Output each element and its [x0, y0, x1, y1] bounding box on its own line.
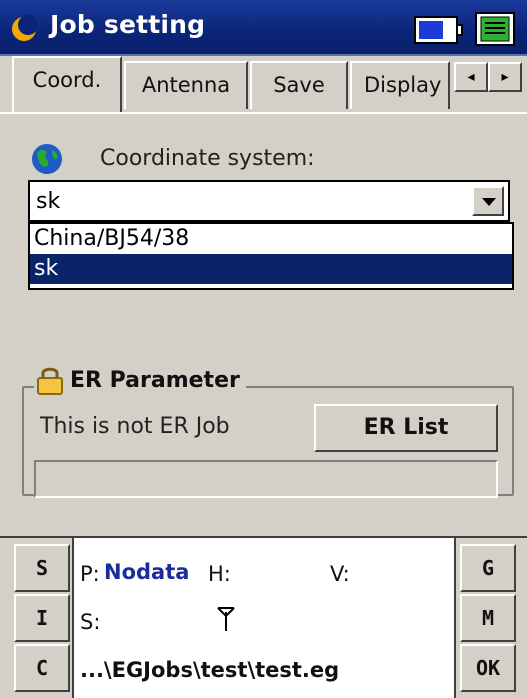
g-button[interactable]: G	[460, 544, 516, 592]
battery-icon[interactable]	[414, 16, 464, 44]
tab-bar: Coord. Antenna Save Display ◂ ▸	[0, 56, 527, 114]
notes-icon[interactable]	[475, 12, 515, 46]
tab-antenna[interactable]: Antenna	[124, 61, 248, 109]
status-panel: S I C P: Nodata H: V: S: ...\EGJobs\test…	[0, 536, 527, 698]
globe-icon	[32, 144, 62, 174]
tab-scroll-left-icon[interactable]: ◂	[454, 62, 488, 92]
ok-button[interactable]: OK	[460, 644, 516, 692]
m-button[interactable]: M	[460, 594, 516, 642]
v-label: V:	[330, 562, 350, 586]
er-list-button[interactable]: ER List	[314, 404, 498, 452]
coord-panel: Coordinate system: sk China/BJ54/38 sk E…	[0, 112, 527, 536]
er-parameter-field[interactable]	[34, 460, 498, 498]
c-button[interactable]: C	[14, 644, 70, 692]
tab-save[interactable]: Save	[250, 61, 348, 109]
job-path: ...\EGJobs\test\test.eg	[80, 658, 340, 682]
coordinate-system-value: sk	[36, 189, 61, 214]
status-area: P: Nodata H: V: S: ...\EGJobs\test\test.…	[72, 538, 456, 698]
antenna-icon	[217, 607, 235, 631]
chevron-down-icon[interactable]	[472, 186, 504, 216]
p-label: P:	[80, 562, 100, 586]
moon-icon[interactable]	[10, 15, 38, 43]
s-label: S:	[80, 610, 101, 634]
coordinate-system-select[interactable]: sk	[28, 180, 510, 222]
tab-scroll-right-icon[interactable]: ▸	[488, 62, 522, 92]
i-button[interactable]: I	[14, 594, 70, 642]
s-button[interactable]: S	[14, 544, 70, 592]
h-label: H:	[208, 562, 231, 586]
window-title: Job setting	[50, 10, 206, 39]
coordinate-system-dropdown[interactable]: China/BJ54/38 sk	[28, 222, 514, 290]
dropdown-option[interactable]: China/BJ54/38	[30, 224, 512, 254]
coordinate-system-label: Coordinate system:	[100, 146, 315, 171]
er-status-text: This is not ER Job	[40, 414, 230, 439]
title-bar: Job setting	[0, 0, 527, 56]
tab-display[interactable]: Display	[350, 61, 450, 109]
p-value: Nodata	[104, 560, 190, 584]
dropdown-option-selected[interactable]: sk	[30, 254, 512, 284]
tab-coord[interactable]: Coord.	[12, 56, 122, 112]
lock-icon	[37, 367, 63, 395]
